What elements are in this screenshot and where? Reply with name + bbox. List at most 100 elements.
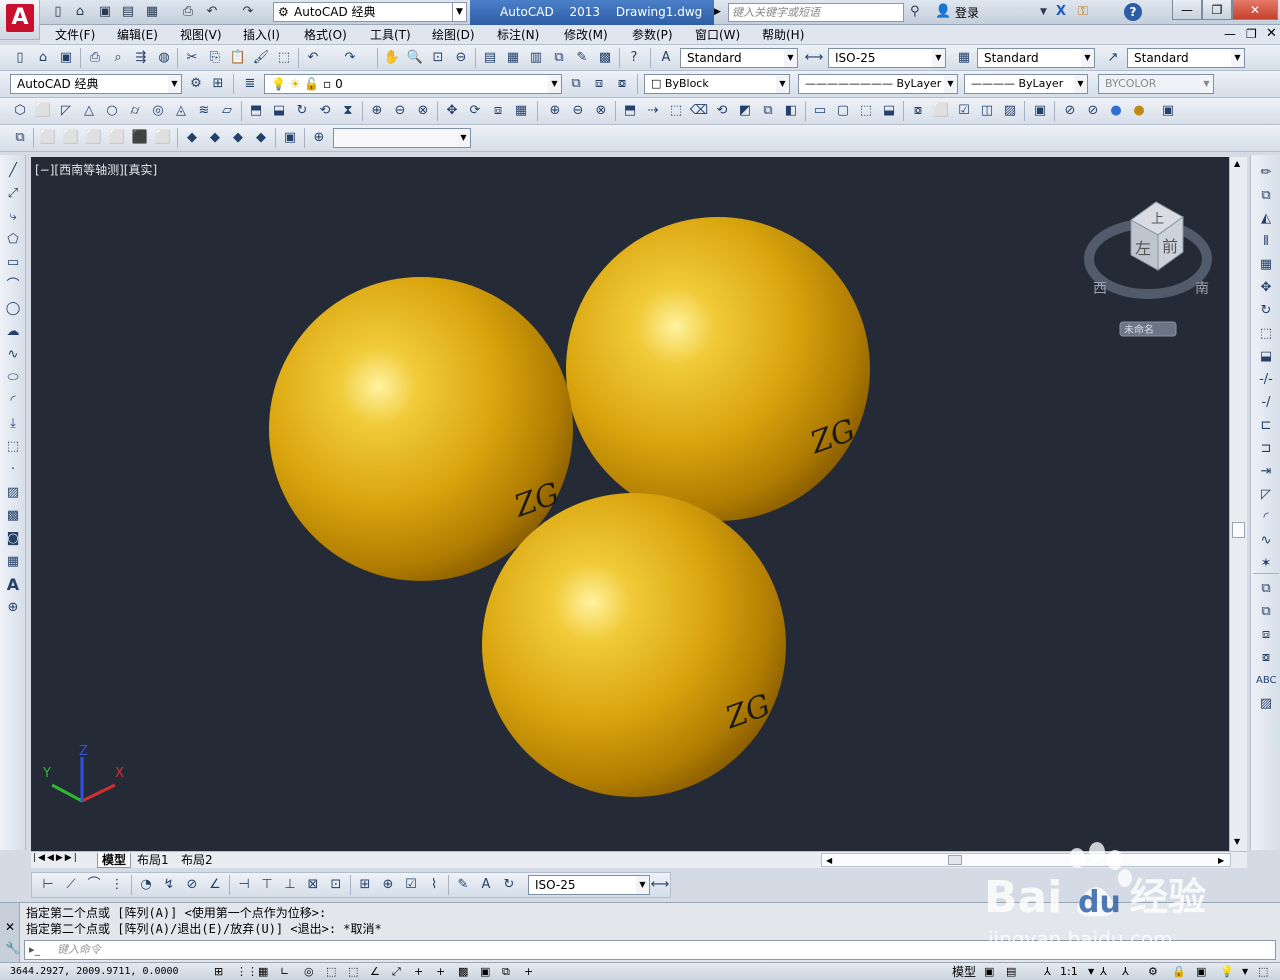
dim-style-icon[interactable]: ⟷ xyxy=(804,48,824,68)
markup-icon[interactable]: ✎ xyxy=(572,48,592,68)
sphere-bottom[interactable] xyxy=(482,493,786,797)
menu-modify[interactable]: 修改(M) xyxy=(564,27,608,43)
angular-icon[interactable]: ∠ xyxy=(205,875,225,895)
make-current-layer-icon[interactable]: ⧉ xyxy=(566,74,586,94)
hatch-back-icon[interactable]: ▨ xyxy=(1256,694,1276,714)
helix-icon[interactable]: ≋ xyxy=(194,101,214,121)
materials-icon[interactable]: ● xyxy=(1106,101,1126,121)
object-snap-icon[interactable]: ⬚ xyxy=(326,964,336,980)
search-input[interactable]: 键入关键字或短语 xyxy=(728,3,904,22)
insert-block-icon[interactable]: ⤓ xyxy=(3,414,23,434)
ucs-menu[interactable]: 未命名 xyxy=(1124,323,1154,336)
break-icon[interactable]: ⊐ xyxy=(1256,439,1276,459)
dim-style-manager-icon[interactable]: ⟷ xyxy=(650,875,670,895)
menu-file[interactable]: 文件(F) xyxy=(55,27,95,43)
model-space-button[interactable]: 模型 xyxy=(952,964,976,980)
draworder-under-icon[interactable]: ⧇ xyxy=(1256,648,1276,668)
subscription-icon[interactable]: ⚿ xyxy=(1078,3,1088,21)
save-icon[interactable]: ▣ xyxy=(56,48,76,68)
3d-align-icon[interactable]: ⧈ xyxy=(488,101,508,121)
table-icon[interactable]: ▦ xyxy=(3,552,23,572)
viewcube-compass-south[interactable]: 南 xyxy=(1195,281,1209,297)
aligned-dim-icon[interactable]: ⟋ xyxy=(61,875,81,895)
sw-iso-icon[interactable]: ◆ xyxy=(182,128,202,148)
table-style-icon[interactable]: ▦ xyxy=(954,48,974,68)
trim-icon[interactable]: -/- xyxy=(1256,370,1276,390)
redo-icon[interactable]: ↷ xyxy=(340,48,360,68)
clean-icon[interactable]: ⬓ xyxy=(879,101,899,121)
ellipse-arc-icon[interactable]: ◜ xyxy=(3,391,23,411)
pyramid-icon[interactable]: ◬ xyxy=(171,101,191,121)
view-select[interactable]: ▼ xyxy=(333,128,471,148)
status-menu-icon[interactable]: ▼ xyxy=(1242,964,1248,980)
hardware-accel-icon[interactable]: ▣ xyxy=(1196,964,1206,980)
move-icon[interactable]: ✥ xyxy=(1256,278,1276,298)
save-icon[interactable]: ▣ xyxy=(95,3,115,21)
copy-faces-icon[interactable]: ⧉ xyxy=(758,101,778,121)
explode-icon[interactable]: ✶ xyxy=(1256,554,1276,574)
imprint-icon[interactable]: ⬚ xyxy=(856,101,876,121)
back-view-icon[interactable]: ⬜ xyxy=(153,128,173,148)
offset-faces-icon[interactable]: ⬚ xyxy=(666,101,686,121)
copy-icon[interactable]: ⎘ xyxy=(205,48,225,68)
baseline-icon[interactable]: ⊤ xyxy=(257,875,277,895)
save-as-icon[interactable]: ▤ xyxy=(118,3,138,21)
fillet-icon[interactable]: ◜ xyxy=(1256,508,1276,528)
transparency-icon[interactable]: ▩ xyxy=(458,964,468,980)
polysolid-icon[interactable]: ⬡ xyxy=(10,101,30,121)
object-snap-tracking-icon[interactable]: ∠ xyxy=(370,964,380,980)
maximize-button[interactable]: ❐ xyxy=(1202,0,1232,20)
drawing-viewport[interactable]: [−][西南等轴测][真实] ZG ZG ZG 上 左 前 西 南 未命名 X … xyxy=(31,157,1229,851)
close-button[interactable]: ✕ xyxy=(1232,0,1278,20)
tab-layout2[interactable]: 布局2 xyxy=(181,853,213,867)
menu-tools[interactable]: 工具(T) xyxy=(370,27,411,43)
annotation-scale-dropdown-icon[interactable]: ▼ xyxy=(1088,964,1094,980)
extrude-faces-icon[interactable]: ⬒ xyxy=(620,101,640,121)
minimize-button[interactable]: — xyxy=(1172,0,1202,20)
infer-constraints-icon[interactable]: ⊞ xyxy=(214,964,223,980)
workspace-switching-icon[interactable]: ⚙ xyxy=(1148,964,1158,980)
mleader-style-icon[interactable]: ↗ xyxy=(1103,48,1123,68)
application-menu-button[interactable]: A xyxy=(0,0,40,40)
bottom-view-icon[interactable]: ⬜ xyxy=(61,128,81,148)
subtract-icon[interactable]: ⊖ xyxy=(390,101,410,121)
selection-cycling-icon[interactable]: ⧉ xyxy=(502,964,510,980)
tolerance-icon[interactable]: ⊞ xyxy=(355,875,375,895)
sphere-top-right[interactable] xyxy=(566,217,870,521)
dynamic-ucs-icon[interactable]: ⤢ xyxy=(392,964,401,980)
annotation-monitor-icon[interactable]: + xyxy=(524,964,533,980)
move-faces-icon[interactable]: ⇢ xyxy=(643,101,663,121)
vertical-scrollbar[interactable]: ▲ ▼ xyxy=(1229,157,1247,851)
menu-help[interactable]: 帮助(H) xyxy=(762,27,804,43)
draworder-front-icon[interactable]: ⧉ xyxy=(1256,579,1276,599)
viewcube-front[interactable]: 前 xyxy=(1162,237,1178,256)
make-block-icon[interactable]: ⬚ xyxy=(3,437,23,457)
union-icon[interactable]: ⊕ xyxy=(367,101,387,121)
close-icon[interactable]: ✕ xyxy=(5,920,15,934)
jogged-icon[interactable]: ↯ xyxy=(159,875,179,895)
vertical-scroll-thumb[interactable] xyxy=(1232,522,1245,538)
multiline-text-icon[interactable]: A xyxy=(3,575,23,595)
toolbar-lock-icon[interactable]: 🔒 xyxy=(1172,964,1186,980)
text-style-select[interactable]: Standard ▼ xyxy=(680,48,798,68)
dim-space-icon[interactable]: ⊠ xyxy=(303,875,323,895)
dim-style-select[interactable]: ISO-25 ▼ xyxy=(828,48,946,68)
open-icon[interactable]: ⌂ xyxy=(33,48,53,68)
box-icon[interactable]: ⬜ xyxy=(33,101,53,121)
horizontal-scroll-thumb[interactable] xyxy=(948,855,962,865)
cursor-coordinates[interactable]: 3644.2927, 2009.9711, 0.0000 xyxy=(10,964,179,980)
viewcube-compass-west[interactable]: 西 xyxy=(1093,281,1107,297)
clean-screen-icon[interactable]: ⬚ xyxy=(1258,964,1268,980)
extend-icon[interactable]: -/ xyxy=(1256,393,1276,413)
union-alt-icon[interactable]: ⊕ xyxy=(545,101,565,121)
top-view-icon[interactable]: ⬜ xyxy=(38,128,58,148)
scale-icon[interactable]: ⬚ xyxy=(1256,324,1276,344)
stretch-icon[interactable]: ⬓ xyxy=(1256,347,1276,367)
tab-model[interactable]: 模型 xyxy=(97,853,132,868)
plot-dropdown-icon[interactable]: ▦ xyxy=(142,3,162,21)
workspace-switcher[interactable]: ⚙ AutoCAD 经典 ▼ xyxy=(273,2,467,22)
exchange-icon[interactable]: X xyxy=(1056,3,1066,21)
break-at-point-icon[interactable]: ⊏ xyxy=(1256,416,1276,436)
chamfer-icon[interactable]: ◸ xyxy=(1256,485,1276,505)
front-view-icon[interactable]: ⬛ xyxy=(130,128,150,148)
